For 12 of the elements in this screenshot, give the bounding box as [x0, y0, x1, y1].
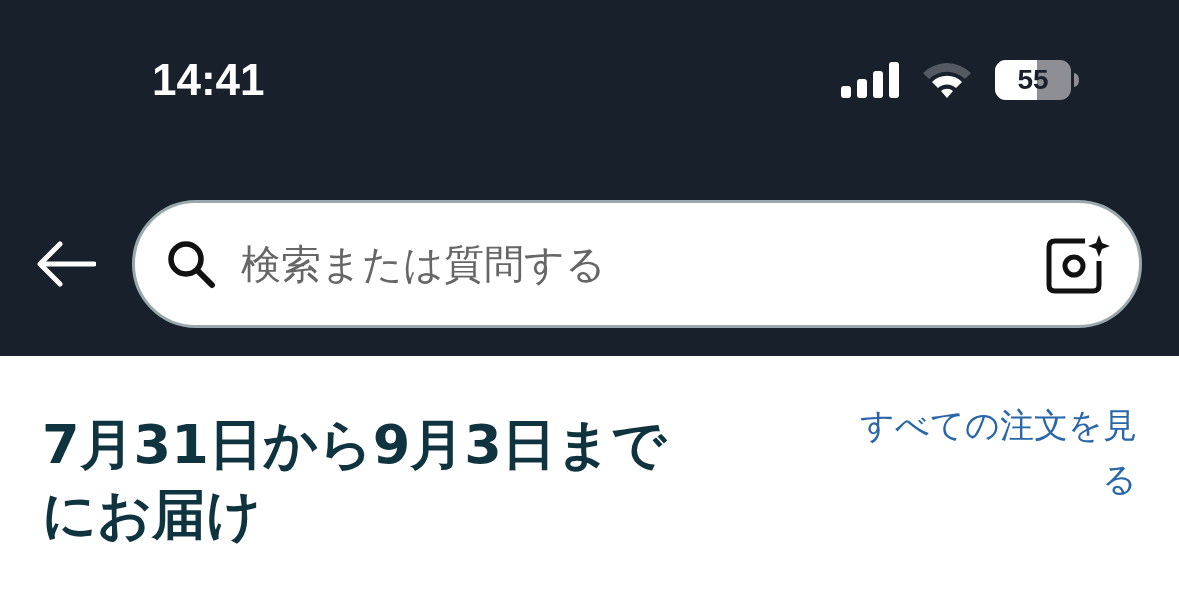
delivery-heading: 7月31日から9月3日までにお届け: [42, 412, 668, 549]
battery-icon: [995, 60, 1079, 100]
search-icon: [165, 238, 217, 290]
view-all-orders-link[interactable]: すべての注文を見る: [827, 398, 1137, 551]
signal-icon: [841, 62, 899, 98]
status-time: 14:41: [152, 55, 265, 105]
battery-level: 55: [1017, 66, 1049, 94]
back-arrow-icon[interactable]: [36, 241, 96, 287]
search-bar[interactable]: 検索または質問する: [132, 200, 1142, 328]
search-input[interactable]: 検索または質問する: [239, 240, 1023, 288]
camera-sparkle-icon[interactable]: [1045, 233, 1111, 295]
wifi-icon: [921, 61, 973, 99]
